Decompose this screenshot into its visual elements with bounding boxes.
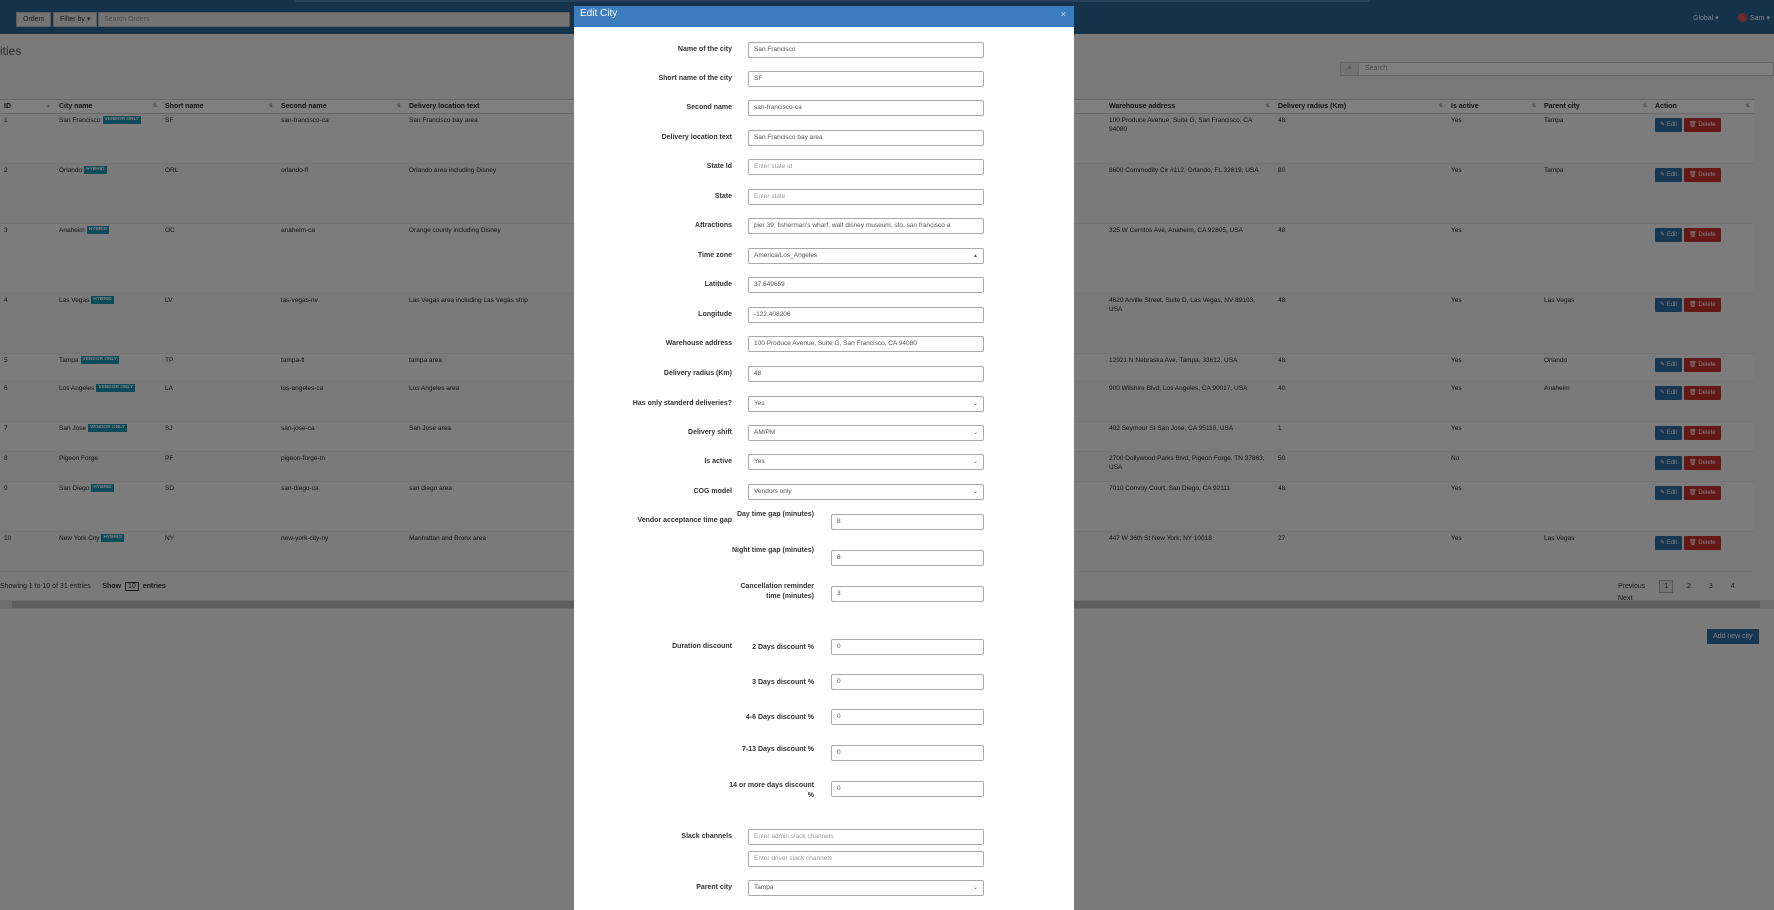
chevron-down-icon: ⌄ (972, 489, 978, 495)
chevron-down-icon: ⌄ (972, 459, 978, 465)
field-label: Latitude (704, 281, 732, 288)
cog-model-select[interactable]: Vendors only ⌄ (748, 484, 984, 500)
caret-up-down-icon: ▲ (973, 253, 978, 259)
field-placeholder: Enter driver slack channels (754, 855, 833, 862)
field-label: Is active (704, 458, 732, 465)
field-label: Delivery location text (661, 134, 732, 141)
field-value: 37.649659 (754, 281, 785, 288)
discount-2-days-input[interactable]: 0 (831, 639, 984, 655)
parent-city-label: Parent city (696, 884, 732, 891)
field-value: San Francisco (754, 46, 796, 53)
slack-channels-label: Slack channels (681, 833, 732, 840)
is-active-select[interactable]: Yes ⌄ (748, 454, 984, 470)
duration-discount-label: Duration discount (672, 643, 732, 650)
delivery-shift-select[interactable]: AM/PM ⌄ (748, 425, 984, 441)
modal-title: Edit City (580, 8, 618, 19)
field-value: Yes (754, 458, 765, 465)
field-value: 0 (837, 749, 841, 756)
field-value: 8 (837, 554, 841, 561)
discount-4-6-days-input[interactable]: 0 (831, 709, 984, 725)
discount-sublabel: 3 Days discount % (752, 679, 814, 686)
attractions-input[interactable]: pier 39, fisherman's wharf, walt disney … (748, 218, 984, 234)
vendor-gap-sublabel: Cancellation reminder time (minutes) (740, 583, 814, 600)
standard-deliveries-select[interactable]: Yes ⌄ (748, 396, 984, 412)
field-label: State Id (706, 163, 732, 170)
field-label: Time zone (697, 252, 732, 259)
field-label: Attractions (695, 222, 732, 229)
day-time-gap-input[interactable]: 8 (831, 514, 984, 530)
field-label: Delivery radius (Km) (663, 370, 732, 377)
chevron-down-icon: ⌄ (972, 430, 978, 436)
field-value: Yes (754, 400, 765, 407)
field-value: America/Los_Angeles (754, 252, 818, 259)
parent-city-select[interactable]: Tampa ⌄ (748, 880, 984, 896)
field-value: 100 Produce Avenue, Suite G, San Francis… (754, 340, 917, 347)
field-value: pier 39, fisherman's wharf, walt disney … (754, 222, 951, 229)
chevron-down-icon: ⌄ (972, 885, 978, 891)
field-value: SF (754, 75, 763, 82)
discount-3-days-input[interactable]: 0 (831, 674, 984, 690)
discount-14-plus-days-input[interactable]: 0 (831, 781, 984, 797)
field-value: 0 (837, 713, 841, 720)
modal-header: Edit City × (574, 6, 1074, 27)
short-name-input[interactable]: SF (748, 71, 984, 87)
latitude-input[interactable]: 37.649659 (748, 277, 984, 293)
field-label: Longitude (698, 311, 732, 318)
field-value: 8 (837, 518, 841, 525)
discount-sublabel: 4-6 Days discount % (745, 714, 814, 721)
field-label: Short name of the city (658, 75, 732, 82)
discount-sublabel: 7-13 Days discount % (742, 746, 814, 753)
vendor-gap-label: Vendor acceptance time gap (637, 517, 732, 524)
second-name-input[interactable]: san-francisco-ca (748, 100, 984, 116)
close-icon[interactable]: × (1061, 6, 1066, 22)
field-label: Name of the city (677, 46, 732, 53)
state-id-input[interactable]: Enter state id (748, 159, 984, 175)
cancellation-reminder-input[interactable]: 3 (831, 586, 984, 602)
state-input[interactable]: Enter state (748, 189, 984, 205)
driver-slack-input[interactable]: Enter driver slack channels (748, 851, 984, 867)
chevron-down-icon: ⌄ (972, 401, 978, 407)
field-value: San Francisco bay area (754, 134, 823, 141)
edit-city-modal: Edit City × Name of the city San Francisc… (574, 6, 1074, 910)
field-label: Has only standerd deliveries? (632, 400, 732, 407)
vendor-gap-sublabel: Day time gap (minutes) (736, 511, 814, 518)
admin-slack-input[interactable]: Enter admin slack channels (748, 829, 984, 845)
field-value: Enter state id (754, 163, 793, 170)
delivery-location-input[interactable]: San Francisco bay area (748, 130, 984, 146)
time-zone-select[interactable]: America/Los_Angeles ▲ (748, 248, 984, 264)
vendor-gap-sublabel: Night time gap (minutes) (731, 547, 814, 554)
field-value: Tampa (754, 884, 774, 891)
field-value: 0 (837, 785, 841, 792)
field-value: Vendors only (754, 488, 792, 495)
field-label: COG model (693, 488, 732, 495)
city-name-input[interactable]: San Francisco (748, 42, 984, 58)
delivery-radius-input[interactable]: 48 (748, 366, 984, 382)
field-value: -122.408206 (754, 311, 791, 318)
field-value: san-francisco-ca (754, 104, 802, 111)
discount-sublabel: 14 or more days discount % (729, 782, 814, 799)
field-value: 3 (837, 590, 841, 597)
field-label: Delivery shift (688, 429, 732, 436)
warehouse-address-input[interactable]: 100 Produce Avenue, Suite G, San Francis… (748, 336, 984, 352)
longitude-input[interactable]: -122.408206 (748, 307, 984, 323)
field-label: Warehouse address (665, 340, 732, 347)
field-label: Second name (686, 104, 732, 111)
field-label: State (714, 193, 732, 200)
night-time-gap-input[interactable]: 8 (831, 550, 984, 566)
discount-sublabel: 2 Days discount % (752, 644, 814, 651)
field-value: Enter state (754, 193, 786, 200)
field-value: 0 (837, 678, 841, 685)
field-value: 48 (754, 370, 762, 377)
field-placeholder: Enter admin slack channels (754, 833, 834, 840)
discount-7-13-days-input[interactable]: 0 (831, 745, 984, 761)
field-value: 0 (837, 643, 841, 650)
field-value: AM/PM (754, 429, 776, 436)
